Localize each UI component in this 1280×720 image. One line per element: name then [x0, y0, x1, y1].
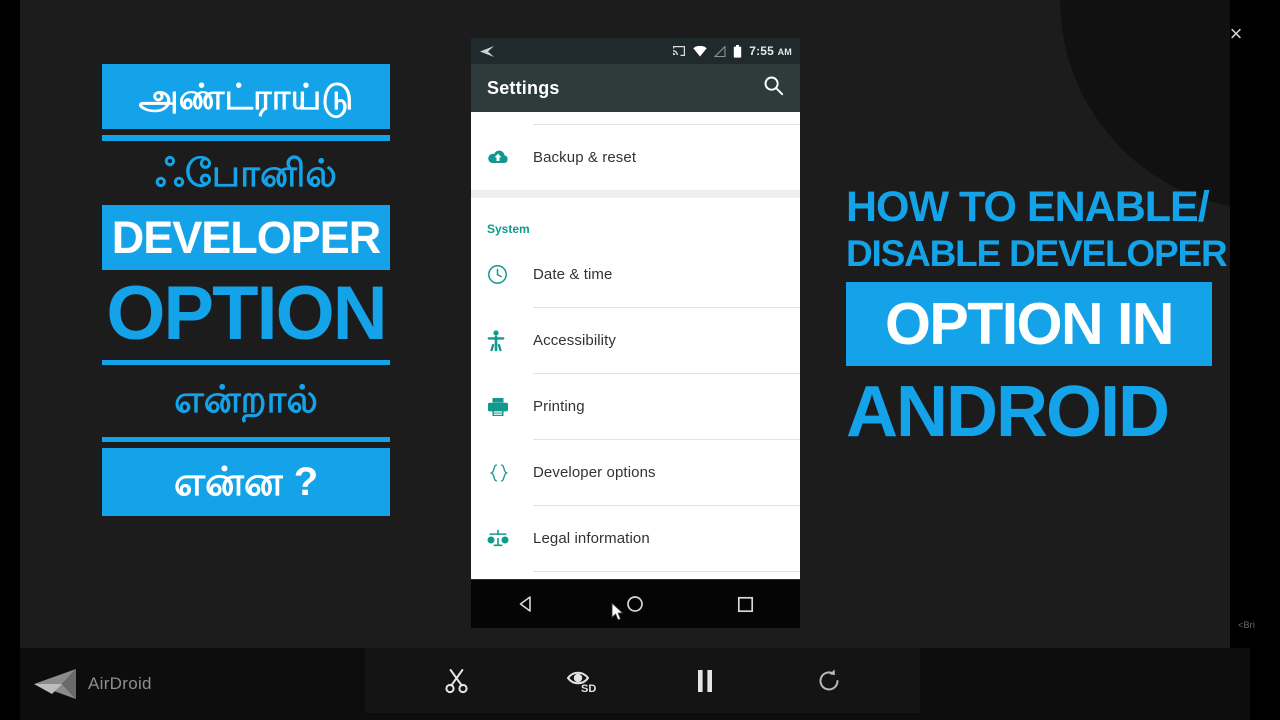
signal-icon [714, 45, 726, 57]
list-divider [533, 571, 800, 572]
left-title-rule-3 [102, 437, 390, 442]
status-bar-clock: 7:55 AM [749, 44, 792, 58]
list-item-label: Backup & reset [533, 149, 637, 166]
section-header-system: System [471, 198, 800, 242]
printer-icon [487, 397, 533, 417]
airdroid-brand: AirDroid [32, 662, 152, 706]
refresh-icon [819, 669, 838, 690]
search-icon[interactable] [763, 75, 784, 101]
list-item-label: Printing [533, 398, 585, 415]
screenshot-root: × <Bri அண்ட்ராய்டு ஃபோனில் DEVELOPER OPT… [0, 0, 1280, 720]
left-title-line6: என்ன ? [102, 448, 390, 516]
cloud-upload-icon [487, 149, 533, 166]
right-letterbox [1230, 0, 1280, 720]
rotate-refresh-button[interactable] [809, 661, 849, 701]
left-title-line2: ஃபோனில் [155, 153, 337, 195]
list-item[interactable]: Backup & reset [471, 125, 800, 190]
airdroid-arrow-icon [480, 45, 494, 57]
partial-scrolled-row [471, 112, 800, 124]
pause-icon [697, 669, 712, 692]
list-item[interactable]: Legal information [471, 506, 800, 571]
settings-list[interactable]: Backup & reset System Date & time Access… [471, 112, 800, 579]
brightness-edge-label: <Bri [1238, 620, 1256, 630]
accessibility-icon [487, 329, 533, 352]
section-header-label: System [487, 222, 530, 236]
list-item[interactable]: Developer options [471, 440, 800, 505]
list-item[interactable]: Date & time [471, 242, 800, 307]
left-title-line5: என்றால் [174, 379, 318, 421]
list-item-label: Legal information [533, 530, 650, 547]
scissors-icon [444, 668, 468, 693]
left-title-line3: DEVELOPER [102, 205, 390, 270]
left-title-block: அண்ட்ராய்டு ஃபோனில் DEVELOPER OPTION என்… [102, 64, 390, 597]
airdroid-brand-label: AirDroid [88, 674, 152, 693]
list-item[interactable]: Printing [471, 374, 800, 439]
battery-icon [734, 44, 742, 58]
braces-icon [487, 463, 533, 483]
screenshot-scissors-button[interactable] [437, 661, 477, 701]
left-title-rule-1 [102, 135, 390, 141]
svg-text:SD: SD [581, 683, 596, 694]
airdroid-logo-icon [34, 669, 76, 699]
scales-icon [487, 529, 533, 549]
status-bar-indicators: 7:55 AM [672, 44, 792, 58]
list-item-label: Accessibility [533, 332, 616, 349]
list-item-label: Developer options [533, 464, 656, 481]
settings-app-bar: Settings [471, 64, 800, 112]
section-separator [471, 190, 800, 198]
right-title-line1: HOW TO ENABLE/ [846, 183, 1210, 231]
toolbar-button-group: SD [365, 648, 920, 713]
phone-mirror-screen: 7:55 AM Settings Backup & reset System D… [471, 38, 800, 628]
wifi-icon [693, 45, 707, 56]
left-title-line1: அண்ட்ராய்டு [102, 64, 390, 129]
cast-icon [673, 46, 686, 56]
left-title-line4: OPTION [106, 271, 387, 356]
mouse-cursor [611, 602, 624, 621]
recents-square-icon[interactable] [723, 582, 767, 626]
status-bar-notifications [479, 45, 495, 58]
android-status-bar: 7:55 AM [471, 38, 800, 64]
close-icon[interactable]: × [1222, 20, 1250, 48]
left-title-rule-2 [102, 360, 390, 365]
right-title-line4: ANDROID [846, 372, 1170, 452]
pause-button[interactable] [685, 661, 725, 701]
eye-sd-icon: SD [566, 671, 596, 694]
clock-icon [487, 264, 533, 285]
back-triangle-icon[interactable] [504, 582, 548, 626]
list-item[interactable]: Accessibility [471, 308, 800, 373]
android-navigation-bar [471, 579, 800, 628]
left-letterbox [0, 0, 20, 720]
list-item-label: Date & time [533, 266, 613, 283]
right-title-line3: OPTION IN [846, 282, 1212, 366]
airdroid-bottom-toolbar: AirDroid SD [20, 648, 1250, 720]
page-title: Settings [487, 77, 560, 98]
quality-sd-button[interactable]: SD [561, 661, 601, 701]
right-title-line2: DISABLE DEVELOPER [846, 233, 1228, 274]
right-title-block: HOW TO ENABLE/ DISABLE DEVELOPER OPTION … [846, 182, 1228, 456]
